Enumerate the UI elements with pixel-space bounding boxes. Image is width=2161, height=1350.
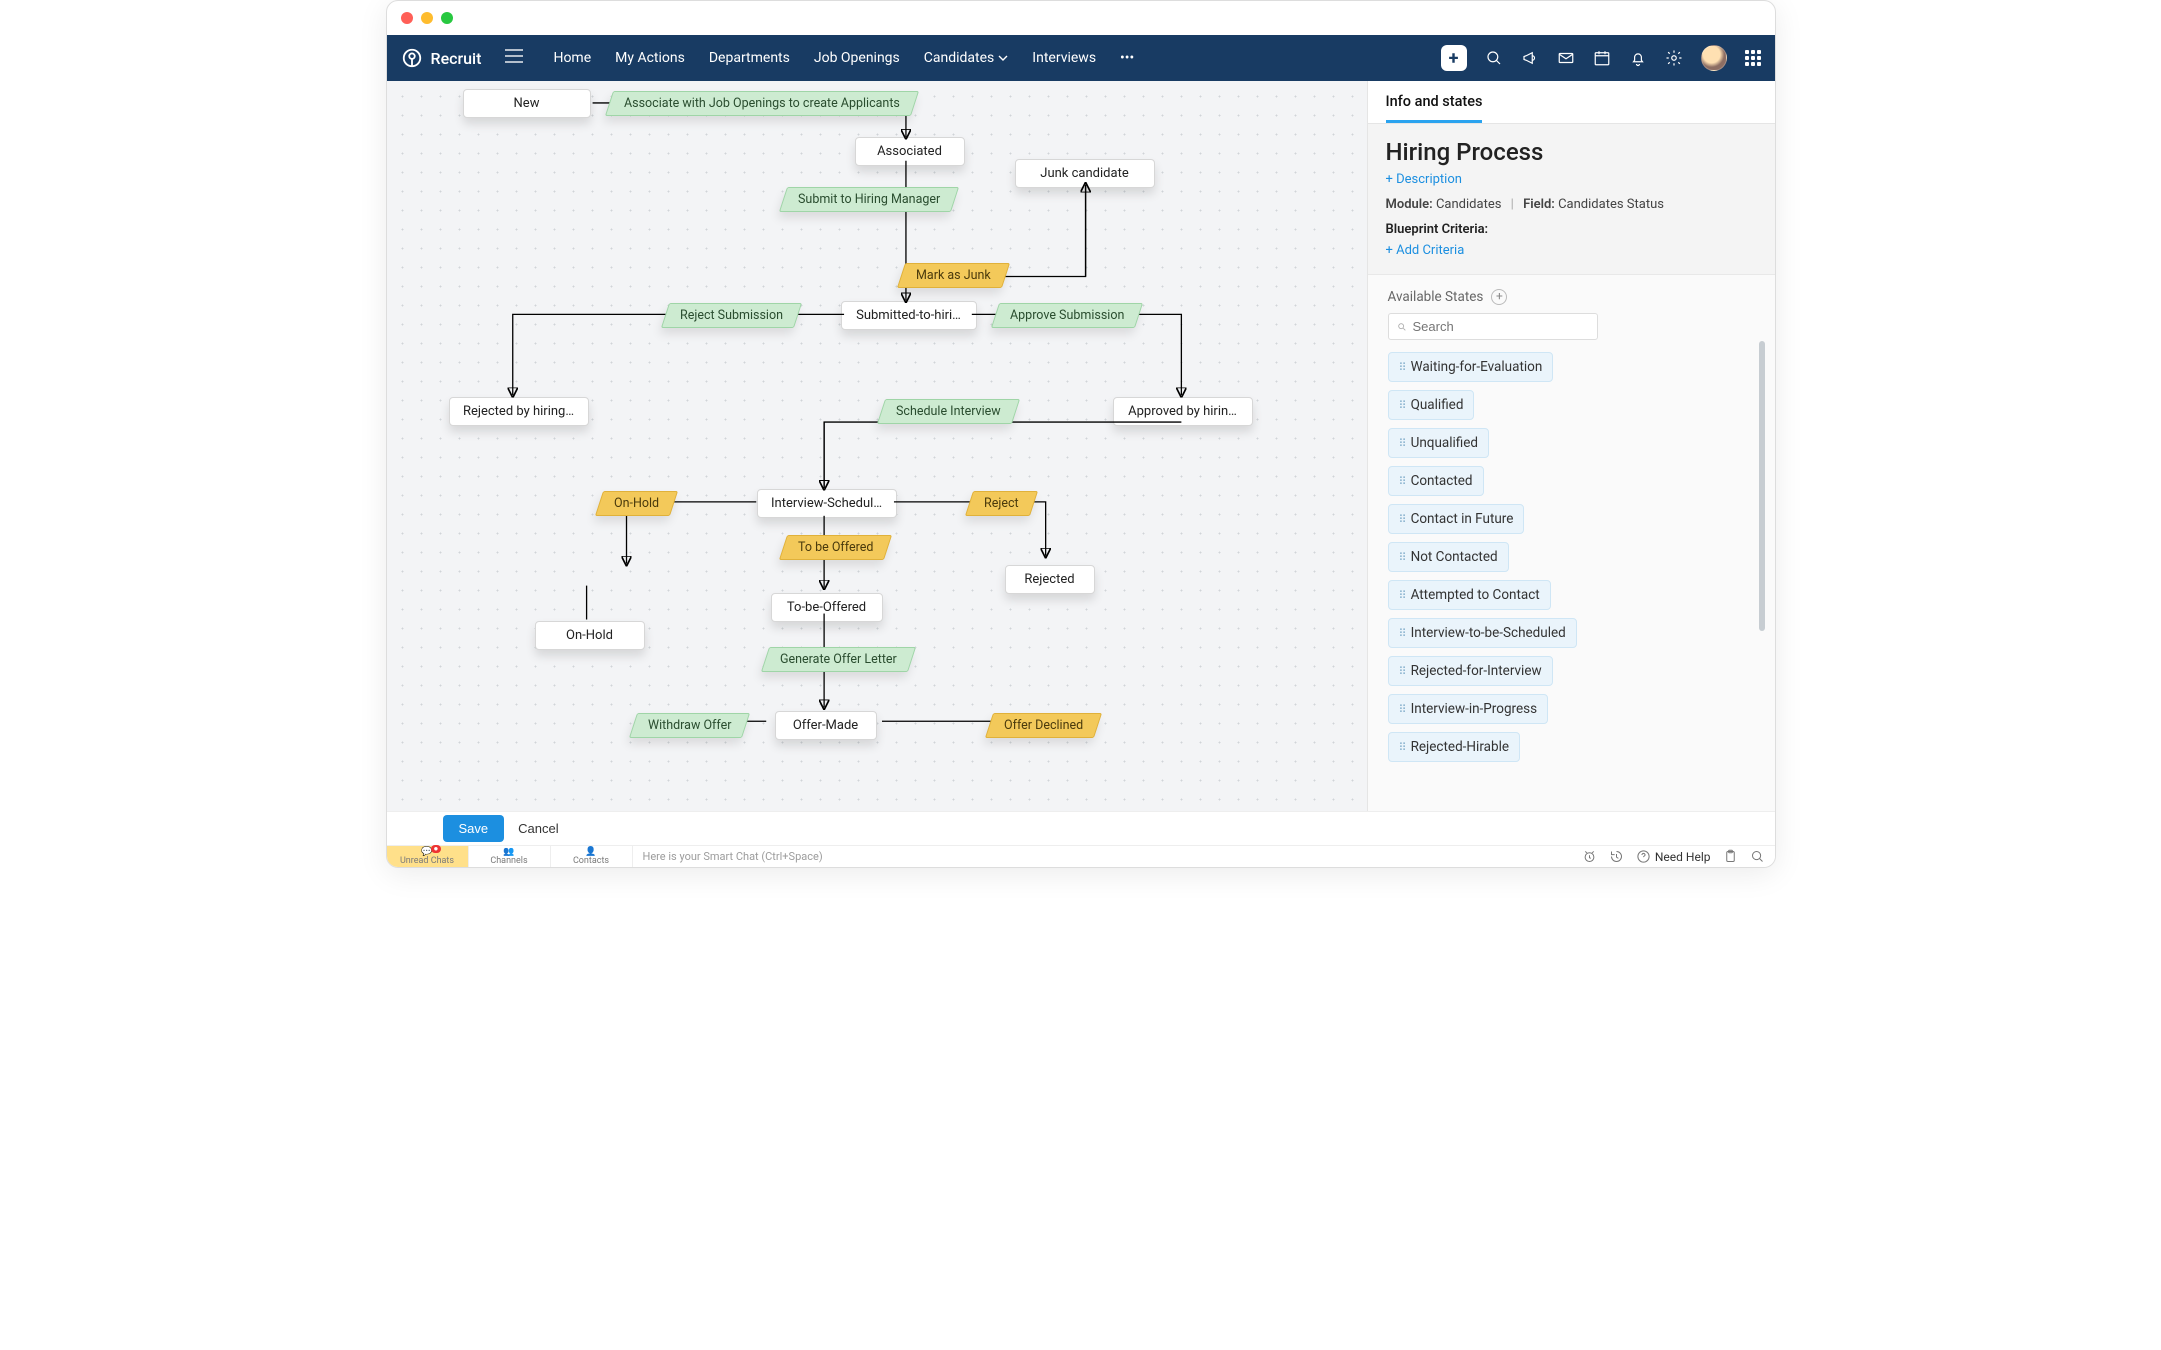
state-search[interactable] xyxy=(1388,313,1598,340)
transition-withdraw[interactable]: Withdraw Offer xyxy=(628,713,750,738)
brand[interactable]: Recruit xyxy=(401,47,482,69)
grip-icon: ⠿ xyxy=(1399,551,1405,564)
bell-icon[interactable] xyxy=(1629,49,1647,67)
add-state-button[interactable]: + xyxy=(1491,289,1507,305)
criteria-label: Blueprint Criteria: xyxy=(1386,222,1757,237)
cancel-button[interactable]: Cancel xyxy=(518,821,558,836)
window-titlebar xyxy=(387,1,1775,35)
footer: Save Cancel xyxy=(387,811,1775,845)
state-chip[interactable]: ⠿Interview-to-be-Scheduled xyxy=(1388,618,1577,648)
alarm-icon[interactable] xyxy=(1582,849,1597,864)
clipboard-icon[interactable] xyxy=(1723,849,1738,864)
state-chip[interactable]: ⠿Attempted to Contact xyxy=(1388,580,1551,610)
nav-interviews[interactable]: Interviews xyxy=(1032,50,1096,66)
transition-reject-sub[interactable]: Reject Submission xyxy=(660,303,801,328)
grip-icon: ⠿ xyxy=(1399,513,1405,526)
nav-home[interactable]: Home xyxy=(553,50,591,66)
side-tabs: Info and states xyxy=(1368,81,1775,124)
transition-submit-hm[interactable]: Submit to Hiring Manager xyxy=(778,187,958,212)
state-chip[interactable]: ⠿Waiting-for-Evaluation xyxy=(1388,352,1554,382)
transition-to-be-offered[interactable]: To be Offered xyxy=(778,535,892,560)
transition-declined[interactable]: Offer Declined xyxy=(984,713,1101,738)
gear-icon[interactable] xyxy=(1665,49,1683,67)
side-panel: Info and states Hiring Process + Descrip… xyxy=(1367,81,1775,811)
field-label: Field: xyxy=(1523,197,1555,212)
grip-icon: ⠿ xyxy=(1399,475,1405,488)
nav-departments[interactable]: Departments xyxy=(709,50,790,66)
tab-info-states[interactable]: Info and states xyxy=(1386,93,1483,123)
state-chip[interactable]: ⠿Qualified xyxy=(1388,390,1475,420)
window-zoom-dot[interactable] xyxy=(441,12,453,24)
available-states-label: Available States xyxy=(1388,289,1484,305)
window-minimize-dot[interactable] xyxy=(421,12,433,24)
grip-icon: ⠿ xyxy=(1399,399,1405,412)
state-chip[interactable]: ⠿Rejected-Hirable xyxy=(1388,732,1521,762)
brand-name: Recruit xyxy=(431,49,482,68)
transition-mark-junk[interactable]: Mark as Junk xyxy=(896,263,1009,288)
module-value: Candidates xyxy=(1436,197,1501,212)
state-search-input[interactable] xyxy=(1413,319,1589,334)
bb-channels[interactable]: 👥 Channels xyxy=(469,846,551,867)
chevron-down-icon xyxy=(998,53,1008,63)
unread-badge: ● xyxy=(431,845,442,853)
transition-reject[interactable]: Reject xyxy=(964,491,1037,516)
blueprint-canvas[interactable]: New Associated Junk candidate Submitted-… xyxy=(387,81,1367,811)
nav-links: Home My Actions Departments Job Openings… xyxy=(553,50,1134,66)
grip-icon: ⠿ xyxy=(1399,627,1405,640)
transition-onhold[interactable]: On-Hold xyxy=(594,491,677,516)
search-icon xyxy=(1397,320,1407,334)
smart-chat-hint[interactable]: Here is your Smart Chat (Ctrl+Space) xyxy=(633,850,1582,863)
mail-icon[interactable] xyxy=(1557,49,1575,67)
help-icon xyxy=(1636,849,1651,864)
brand-logo-icon xyxy=(401,47,423,69)
transition-schedule-int[interactable]: Schedule Interview xyxy=(876,399,1019,424)
grip-icon: ⠿ xyxy=(1399,361,1405,374)
grip-icon: ⠿ xyxy=(1399,589,1405,602)
nav-candidates-label: Candidates xyxy=(924,50,995,66)
nav-candidates[interactable]: Candidates xyxy=(924,50,1009,66)
hamburger-menu-icon[interactable] xyxy=(505,49,523,67)
add-description-link[interactable]: + Description xyxy=(1386,172,1757,187)
transition-approve-sub[interactable]: Approve Submission xyxy=(990,303,1142,328)
nav-more[interactable]: ••• xyxy=(1120,50,1134,66)
user-avatar[interactable] xyxy=(1701,45,1727,71)
side-header: Hiring Process + Description Module: Can… xyxy=(1368,124,1775,275)
state-chip[interactable]: ⠿Unqualified xyxy=(1388,428,1490,458)
state-chip[interactable]: ⠿Contacted xyxy=(1388,466,1484,496)
state-chip[interactable]: ⠿Contact in Future xyxy=(1388,504,1525,534)
nav-icons: + xyxy=(1441,45,1761,71)
history-icon[interactable] xyxy=(1609,849,1624,864)
need-help-button[interactable]: Need Help xyxy=(1636,849,1711,864)
top-nav: Recruit Home My Actions Departments Job … xyxy=(387,35,1775,81)
bb-contacts[interactable]: 👤 Contacts xyxy=(551,846,633,867)
state-chip[interactable]: ⠿Rejected-for-Interview xyxy=(1388,656,1553,686)
blueprint-title: Hiring Process xyxy=(1386,138,1757,166)
state-chip[interactable]: ⠿Interview-in-Progress xyxy=(1388,694,1549,724)
nav-my-actions[interactable]: My Actions xyxy=(615,50,685,66)
available-states-list: ⠿Waiting-for-Evaluation ⠿Qualified ⠿Unqu… xyxy=(1388,352,1761,762)
transition-associate[interactable]: Associate with Job Openings to create Ap… xyxy=(604,91,918,116)
state-chip[interactable]: ⠿Not Contacted xyxy=(1388,542,1509,572)
search-icon[interactable] xyxy=(1485,49,1503,67)
save-button[interactable]: Save xyxy=(443,815,505,842)
bb-unread-chats[interactable]: 💬 ● Unread Chats xyxy=(387,846,469,867)
add-button[interactable]: + xyxy=(1441,45,1467,71)
grip-icon: ⠿ xyxy=(1399,665,1405,678)
module-label: Module: xyxy=(1386,197,1433,212)
nav-job-openings[interactable]: Job Openings xyxy=(814,50,900,66)
field-value: Candidates Status xyxy=(1558,197,1664,212)
grip-icon: ⠿ xyxy=(1399,703,1405,716)
announce-icon[interactable] xyxy=(1521,49,1539,67)
calendar-icon[interactable] xyxy=(1593,49,1611,67)
scrollbar[interactable] xyxy=(1759,341,1765,631)
search-icon[interactable] xyxy=(1750,849,1765,864)
window-close-dot[interactable] xyxy=(401,12,413,24)
add-criteria-link[interactable]: + Add Criteria xyxy=(1386,243,1757,258)
app-grid-icon[interactable] xyxy=(1745,50,1761,66)
transition-gen-offer[interactable]: Generate Offer Letter xyxy=(760,647,915,672)
grip-icon: ⠿ xyxy=(1399,437,1405,450)
bottom-bar: 💬 ● Unread Chats 👥 Channels 👤 Contacts H… xyxy=(387,845,1775,867)
grip-icon: ⠿ xyxy=(1399,741,1405,754)
